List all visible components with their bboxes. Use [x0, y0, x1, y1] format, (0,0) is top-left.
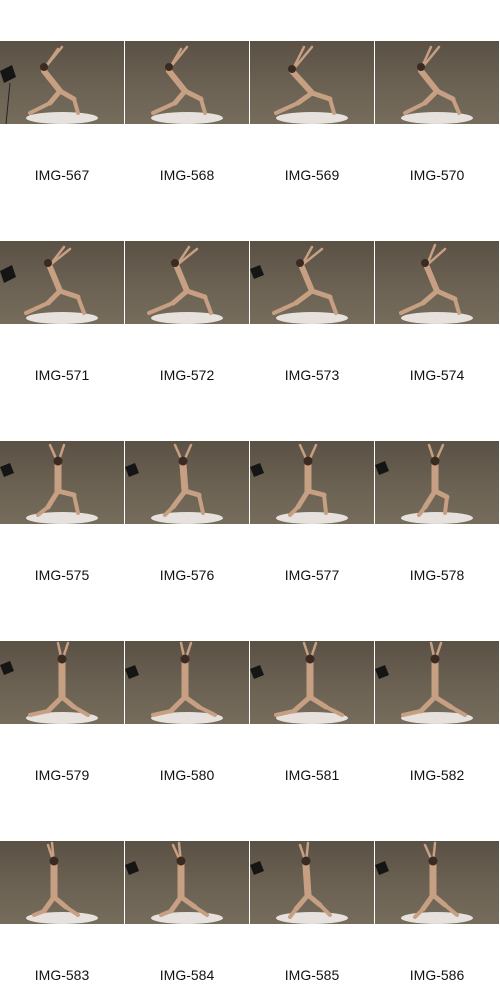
- image-caption: IMG-567: [34, 167, 90, 183]
- photo-thumbnail-image: [0, 245, 98, 324]
- photo-thumbnail-image: [250, 841, 348, 924]
- photo-thumbnail[interactable]: [0, 41, 124, 124]
- image-caption: IMG-586: [409, 967, 465, 983]
- image-caption: IMG-584: [159, 967, 215, 983]
- photo-thumbnail-image: [151, 45, 223, 124]
- thumbnail-cell[interactable]: IMG-569: [250, 0, 374, 200]
- photo-thumbnail[interactable]: [125, 441, 249, 524]
- thumbnail-cell[interactable]: IMG-578: [375, 400, 499, 600]
- thumbnail-cell[interactable]: IMG-579: [0, 600, 124, 800]
- photo-thumbnail[interactable]: [250, 241, 374, 324]
- image-caption: IMG-585: [284, 967, 340, 983]
- image-caption: IMG-582: [409, 767, 465, 783]
- thumbnail-cell[interactable]: IMG-583: [0, 800, 124, 1000]
- photo-thumbnail[interactable]: [0, 841, 124, 924]
- thumbnail-cell[interactable]: IMG-585: [250, 800, 374, 1000]
- photo-thumbnail[interactable]: [375, 841, 499, 924]
- photo-thumbnail[interactable]: [0, 641, 124, 724]
- sheet-row-2: IMG-571 IMG-572 IMG-573 IMG-574: [0, 200, 500, 400]
- image-caption: IMG-570: [409, 167, 465, 183]
- thumbnail-cell[interactable]: IMG-571: [0, 200, 124, 400]
- photo-thumbnail-image: [401, 45, 473, 124]
- photo-thumbnail[interactable]: [375, 641, 499, 724]
- image-caption: IMG-572: [159, 367, 215, 383]
- thumbnail-cell[interactable]: IMG-580: [125, 600, 249, 800]
- thumbnail-cell[interactable]: IMG-576: [125, 400, 249, 600]
- thumbnail-cell[interactable]: IMG-575: [0, 400, 124, 600]
- image-caption: IMG-580: [159, 767, 215, 783]
- image-caption: IMG-579: [34, 767, 90, 783]
- photo-thumbnail[interactable]: [0, 241, 124, 324]
- photo-thumbnail-image: [274, 45, 348, 124]
- photo-thumbnail[interactable]: [375, 41, 499, 124]
- thumbnail-cell[interactable]: IMG-577: [250, 400, 374, 600]
- image-caption: IMG-576: [159, 567, 215, 583]
- photo-thumbnail[interactable]: [125, 241, 249, 324]
- image-caption: IMG-583: [34, 967, 90, 983]
- image-caption: IMG-577: [284, 567, 340, 583]
- photo-thumbnail-image: [125, 443, 223, 524]
- image-caption: IMG-574: [409, 367, 465, 383]
- thumbnail-cell[interactable]: IMG-568: [125, 0, 249, 200]
- contact-sheet: IMG-567 IMG-568 IMG-569 IMG-570 IMG-571 …: [0, 0, 500, 1000]
- photo-thumbnail-image: [250, 641, 348, 724]
- image-caption: IMG-575: [34, 567, 90, 583]
- sheet-row-1: IMG-567 IMG-568 IMG-569 IMG-570: [0, 0, 500, 200]
- photo-thumbnail-image: [125, 641, 223, 724]
- image-caption: IMG-568: [159, 167, 215, 183]
- image-caption: IMG-573: [284, 367, 340, 383]
- photo-thumbnail[interactable]: [250, 41, 374, 124]
- photo-thumbnail-image: [147, 245, 223, 324]
- photo-thumbnail[interactable]: [0, 441, 124, 524]
- image-caption: IMG-578: [409, 567, 465, 583]
- photo-thumbnail[interactable]: [125, 41, 249, 124]
- thumbnail-cell[interactable]: IMG-567: [0, 0, 124, 200]
- photo-thumbnail[interactable]: [250, 441, 374, 524]
- image-caption: IMG-581: [284, 767, 340, 783]
- photo-thumbnail[interactable]: [125, 641, 249, 724]
- thumbnail-cell[interactable]: IMG-581: [250, 600, 374, 800]
- photo-thumbnail-image: [375, 841, 473, 924]
- sheet-row-3: IMG-575 IMG-576 IMG-577 IMG-578: [0, 400, 500, 600]
- thumbnail-cell[interactable]: IMG-584: [125, 800, 249, 1000]
- photo-thumbnail-image: [0, 641, 98, 724]
- photo-thumbnail-image: [0, 443, 98, 524]
- image-caption: IMG-569: [284, 167, 340, 183]
- photo-thumbnail-image: [26, 841, 98, 924]
- photo-thumbnail-image: [375, 641, 473, 724]
- thumbnail-cell[interactable]: IMG-586: [375, 800, 499, 1000]
- photo-thumbnail-image: [125, 841, 223, 924]
- photo-thumbnail[interactable]: [375, 241, 499, 324]
- thumbnail-cell[interactable]: IMG-582: [375, 600, 499, 800]
- photo-thumbnail-image: [375, 443, 473, 524]
- image-caption: IMG-571: [34, 367, 90, 383]
- sheet-row-4: IMG-579 IMG-580 IMG-581 IMG-582: [0, 600, 500, 800]
- thumbnail-cell[interactable]: IMG-573: [250, 200, 374, 400]
- photo-thumbnail[interactable]: [250, 841, 374, 924]
- photo-thumbnail[interactable]: [125, 841, 249, 924]
- photo-thumbnail-image: [0, 45, 98, 124]
- thumbnail-cell[interactable]: IMG-574: [375, 200, 499, 400]
- photo-thumbnail[interactable]: [375, 441, 499, 524]
- sheet-row-5: IMG-583 IMG-584 IMG-585 IMG-586: [0, 800, 500, 1000]
- photo-thumbnail-image: [250, 443, 348, 524]
- thumbnail-cell[interactable]: IMG-572: [125, 200, 249, 400]
- photo-thumbnail-image: [250, 245, 348, 324]
- thumbnail-cell[interactable]: IMG-570: [375, 0, 499, 200]
- photo-thumbnail[interactable]: [250, 641, 374, 724]
- photo-thumbnail-image: [399, 243, 473, 324]
